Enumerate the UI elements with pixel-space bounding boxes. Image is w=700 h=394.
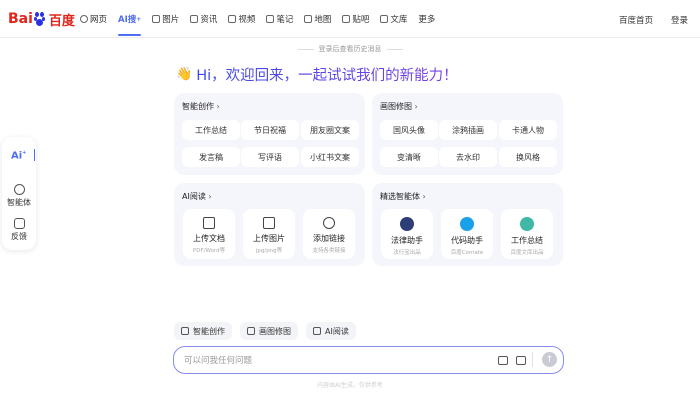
left-floating-rail: Ai+ 智能体 反馈 — [2, 137, 36, 250]
nav-tab-label: 地图 — [314, 15, 332, 25]
nav-tab-7[interactable]: 贴吧 — [342, 0, 369, 38]
logo-text-baidu: 百度 — [48, 13, 75, 29]
writing-chip[interactable]: 节日祝福 — [241, 120, 299, 140]
top-navigation-bar: Bai 百度 网页 AI搜 + 图片 资讯 视频 笔记 地图 贴吧 文库 更多 百度首页 登录 — [0, 0, 700, 38]
map-icon — [304, 15, 313, 23]
image-edit-panel-title[interactable]: 画图修图 — [380, 101, 418, 112]
ai-logo-icon[interactable]: Ai+ — [11, 150, 26, 161]
logo-text-bai: Bai — [8, 11, 33, 27]
upload-image-card[interactable]: 上传图片 jpg/png等 — [243, 209, 295, 259]
image-icon — [263, 217, 275, 229]
nav-tab-2[interactable]: 图片 — [152, 0, 179, 38]
writing-chip[interactable]: 小红书文案 — [301, 147, 359, 167]
writing-panel: 智能创作 工作总结 节日祝福 朋友圈文案 发言稿 写评语 小红书文案 — [174, 93, 365, 175]
news-icon — [190, 15, 199, 23]
pen-icon — [181, 327, 189, 335]
code-assistant-card[interactable]: 代码助手 百度Comate — [441, 209, 493, 259]
image-edit-chip[interactable]: 国风头像 — [380, 120, 438, 140]
work-summary-agent-card[interactable]: 工作总结 百度文库出品 — [501, 209, 553, 259]
writing-chip[interactable]: 写评语 — [241, 147, 299, 167]
baidu-home-link[interactable]: 百度首页 — [619, 14, 653, 26]
wave-hand-icon: 👋 — [176, 67, 193, 82]
nav-tab-label: 笔记 — [276, 15, 294, 25]
writing-panel-title[interactable]: 智能创作 — [182, 101, 220, 112]
agent-rail-item[interactable]: 智能体 — [2, 184, 36, 208]
folder-icon — [203, 217, 215, 229]
image-icon — [152, 15, 161, 23]
picture-icon — [247, 327, 255, 335]
upload-file-icon[interactable] — [498, 356, 508, 365]
nav-tab-1[interactable]: AI搜 + — [118, 0, 142, 38]
search-icon — [80, 15, 88, 23]
agents-panel: 精选智能体 法律助手 法行宝出品 代码助手 百度Comate 工作总结 百度文库… — [372, 183, 563, 266]
chat-input-box — [173, 346, 564, 374]
writing-chip[interactable]: 朋友圈文案 — [301, 120, 359, 140]
chat-input[interactable] — [184, 353, 484, 368]
writing-chip[interactable]: 工作总结 — [182, 120, 240, 140]
doc-icon — [380, 15, 389, 23]
image-edit-chip[interactable]: 换风格 — [499, 147, 557, 167]
upload-image-icon[interactable] — [516, 356, 526, 365]
ai-disclaimer: 内容由AI生成，仅供参考 — [317, 382, 383, 389]
book-icon — [313, 327, 321, 335]
feedback-icon — [13, 218, 25, 229]
ai-reading-panel: AI阅读 上传文档 PDF/Word等 上传图片 jpg/png等 添加链接 支… — [174, 183, 365, 266]
nav-tab-label: 视频 — [238, 15, 256, 25]
nav-tabs: 网页 AI搜 + 图片 资讯 视频 笔记 地图 贴吧 文库 更多 — [80, 0, 446, 38]
nav-tab-label: AI搜 — [118, 15, 137, 25]
feedback-rail-item[interactable]: 反馈 — [2, 218, 36, 242]
nav-tab-label: 网页 — [90, 15, 108, 25]
image-edit-chip[interactable]: 去水印 — [439, 147, 497, 167]
globe-icon — [323, 217, 335, 229]
baidu-logo[interactable]: Bai 百度 — [8, 10, 75, 29]
text-caret — [34, 149, 35, 161]
tab-smart-writing[interactable]: 智能创作 — [174, 322, 232, 340]
upload-document-card[interactable]: 上传文档 PDF/Word等 — [183, 209, 235, 259]
nav-tab-label: 资讯 — [200, 15, 218, 25]
nav-tab-label: 文库 — [390, 15, 408, 25]
nav-tab-3[interactable]: 资讯 — [190, 0, 217, 38]
agents-panel-title[interactable]: 精选智能体 — [380, 191, 426, 202]
legal-assistant-card[interactable]: 法律助手 法行宝出品 — [381, 209, 433, 259]
paw-icon — [33, 12, 48, 26]
nav-tab-9[interactable]: 更多 — [418, 0, 435, 38]
agent-icon — [13, 184, 25, 195]
worker-avatar-icon — [520, 217, 534, 231]
image-edit-chip[interactable]: 卡通人物 — [499, 120, 557, 140]
note-icon — [266, 15, 275, 23]
ai-reading-panel-title[interactable]: AI阅读 — [182, 191, 212, 202]
nav-tab-0[interactable]: 网页 — [80, 0, 107, 38]
image-edit-panel: 画图修图 国风头像 涂鸦插画 卡通人物 变清晰 去水印 换风格 — [372, 93, 563, 175]
video-icon — [228, 15, 237, 23]
nav-tab-5[interactable]: 笔记 — [266, 0, 293, 38]
nav-tab-8[interactable]: 文库 — [380, 0, 407, 38]
nav-tab-6[interactable]: 地图 — [304, 0, 331, 38]
login-link[interactable]: 登录 — [671, 14, 688, 26]
nav-tab-label: 贴吧 — [352, 15, 370, 25]
add-link-card[interactable]: 添加链接 支持各类链接 — [303, 209, 355, 259]
history-login-hint[interactable]: 登录后查看历史消息 — [0, 44, 700, 54]
tab-image-edit[interactable]: 画图修图 — [240, 322, 298, 340]
writing-chip[interactable]: 发言稿 — [182, 147, 240, 167]
nav-tab-4[interactable]: 视频 — [228, 0, 255, 38]
greeting-heading: 👋 Hi，欢迎回来，一起试试我们的新能力！ — [176, 64, 458, 85]
quick-function-tabs: 智能创作 画图修图 AI阅读 — [174, 322, 364, 340]
image-edit-chip[interactable]: 变清晰 — [380, 147, 438, 167]
tab-ai-reading[interactable]: AI阅读 — [306, 322, 356, 340]
code-assistant-icon — [460, 217, 474, 231]
lawyer-avatar-icon — [400, 217, 414, 231]
nav-tab-label: 图片 — [162, 15, 180, 25]
tieba-icon — [342, 15, 351, 23]
image-edit-chip[interactable]: 涂鸦插画 — [439, 120, 497, 140]
top-right-links: 百度首页 登录 — [601, 14, 688, 26]
send-button[interactable]: ↑ — [542, 352, 557, 367]
nav-tab-label: 更多 — [418, 15, 436, 25]
input-divider — [532, 352, 533, 367]
sparkle-icon: + — [136, 15, 142, 23]
